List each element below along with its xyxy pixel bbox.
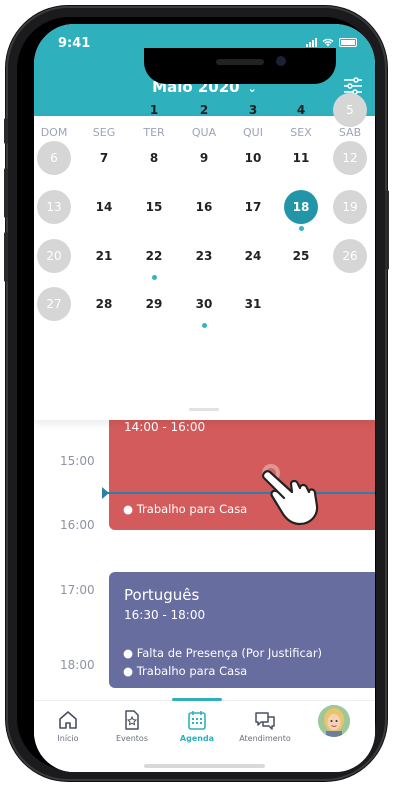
status-time: 9:41 xyxy=(58,36,91,51)
event-card-portugues[interactable]: Português 16:30 - 18:00 ● Falta de Prese… xyxy=(109,572,375,688)
calendar-day[interactable]: 4 xyxy=(284,93,318,127)
active-tab-indicator xyxy=(172,698,222,701)
calendar-day[interactable]: 5 xyxy=(333,93,367,127)
calendar-day[interactable]: 18 xyxy=(284,190,318,224)
app-screen: 9:41 Maio 2020 ⌄ DOM SEG TER QUA QUI SEX… xyxy=(34,24,375,772)
time-label-18: 18:00 xyxy=(60,658,95,672)
calendar-day[interactable]: 29 xyxy=(137,287,171,321)
calendar-day[interactable]: 30 xyxy=(187,287,221,321)
current-time-line xyxy=(104,492,375,494)
tab-agenda[interactable]: Agenda xyxy=(167,709,227,743)
event-item: ● Trabalho para Casa xyxy=(123,664,248,678)
tab-label: Agenda xyxy=(179,734,215,743)
calendar-day[interactable]: 19 xyxy=(333,190,367,224)
calendar-day[interactable]: 8 xyxy=(137,141,171,175)
weekday-label: TER xyxy=(143,126,165,139)
wifi-icon xyxy=(322,38,334,47)
volume-down-button xyxy=(4,232,8,282)
calendar-day[interactable]: 10 xyxy=(236,141,270,175)
event-title: Português xyxy=(124,586,200,604)
calendar-day[interactable]: 28 xyxy=(87,287,121,321)
calendar-day[interactable]: 9 xyxy=(187,141,221,175)
weekday-label: QUA xyxy=(191,126,217,139)
time-label-17: 17:00 xyxy=(60,583,95,597)
calendar-day[interactable]: 16 xyxy=(187,190,221,224)
mute-switch xyxy=(4,118,8,144)
phone-notch xyxy=(144,48,336,84)
tab-profile[interactable] xyxy=(304,705,364,737)
weekday-label: SEG xyxy=(92,126,116,139)
calendar-day[interactable]: 24 xyxy=(236,239,270,273)
calendar-day[interactable]: 26 xyxy=(333,239,367,273)
tab-label: Eventos xyxy=(116,734,148,743)
calendar-day[interactable]: 3 xyxy=(236,93,270,127)
event-time: 14:00 - 16:00 xyxy=(124,420,206,434)
tab-atendimento[interactable]: Atendimento xyxy=(235,709,295,743)
calendar-day[interactable]: 13 xyxy=(37,190,71,224)
tap-gesture-hand-icon xyxy=(262,464,319,526)
calendar-day[interactable]: 11 xyxy=(284,141,318,175)
event-card-homework[interactable]: 14:00 - 16:00 ● Trabalho para Casa xyxy=(109,420,375,530)
chat-icon xyxy=(255,712,275,730)
time-label-16: 16:00 xyxy=(60,518,95,532)
battery-icon xyxy=(339,38,357,47)
avatar xyxy=(318,705,350,737)
calendar-day[interactable]: 12 xyxy=(333,141,367,175)
tab-label: Início xyxy=(57,734,79,743)
calendar-day[interactable]: 17 xyxy=(236,190,270,224)
calendar-icon xyxy=(188,711,206,730)
calendar-drag-handle[interactable] xyxy=(189,408,219,411)
calendar-day[interactable]: 22 xyxy=(137,239,171,273)
calendar-day[interactable]: 27 xyxy=(37,287,71,321)
weekday-label: DOM xyxy=(40,126,68,139)
home-indicator xyxy=(144,764,265,768)
event-indicator-dot xyxy=(298,226,304,231)
bottom-tab-bar: Início Eventos Agenda Atendimento xyxy=(34,698,375,772)
event-item: ● Trabalho para Casa xyxy=(123,502,248,516)
tab-label: Atendimento xyxy=(239,734,291,743)
calendar-day[interactable]: 31 xyxy=(236,287,270,321)
weekday-label: SEX xyxy=(290,126,312,139)
calendar-day[interactable]: 14 xyxy=(87,190,121,224)
signal-icon xyxy=(306,38,317,47)
calendar-day[interactable]: 23 xyxy=(187,239,221,273)
event-time: 16:30 - 18:00 xyxy=(124,608,206,622)
day-agenda: 15:00 16:00 17:00 18:00 14:00 - 16:00 ● … xyxy=(34,420,375,700)
calendar-day[interactable]: 15 xyxy=(137,190,171,224)
event-doc-icon xyxy=(125,710,139,730)
volume-up-button xyxy=(4,168,8,218)
home-icon xyxy=(59,711,77,729)
calendar-day[interactable]: 1 xyxy=(137,93,171,127)
status-icons xyxy=(306,38,357,47)
tab-inicio[interactable]: Início xyxy=(38,709,98,743)
event-indicator-dot xyxy=(201,323,207,328)
calendar-day[interactable]: 7 xyxy=(87,141,121,175)
tab-eventos[interactable]: Eventos xyxy=(102,709,162,743)
calendar-day[interactable]: 6 xyxy=(37,141,71,175)
event-item: ● Falta de Presença (Por Justificar) xyxy=(123,646,323,660)
event-indicator-dot xyxy=(151,275,157,280)
power-button xyxy=(385,190,389,270)
calendar-day[interactable]: 2 xyxy=(187,93,221,127)
calendar-day[interactable]: 25 xyxy=(284,239,318,273)
time-label-15: 15:00 xyxy=(60,454,95,468)
month-calendar: DOM SEG TER QUA QUI SEX SAB 1 2 3 4 5 6 7 8 9 10 11 12 13 1… xyxy=(34,93,375,420)
weekday-label: QUI xyxy=(243,126,263,139)
weekday-label: SAB xyxy=(338,126,362,139)
calendar-day[interactable]: 20 xyxy=(37,239,71,273)
calendar-day[interactable]: 21 xyxy=(87,239,121,273)
